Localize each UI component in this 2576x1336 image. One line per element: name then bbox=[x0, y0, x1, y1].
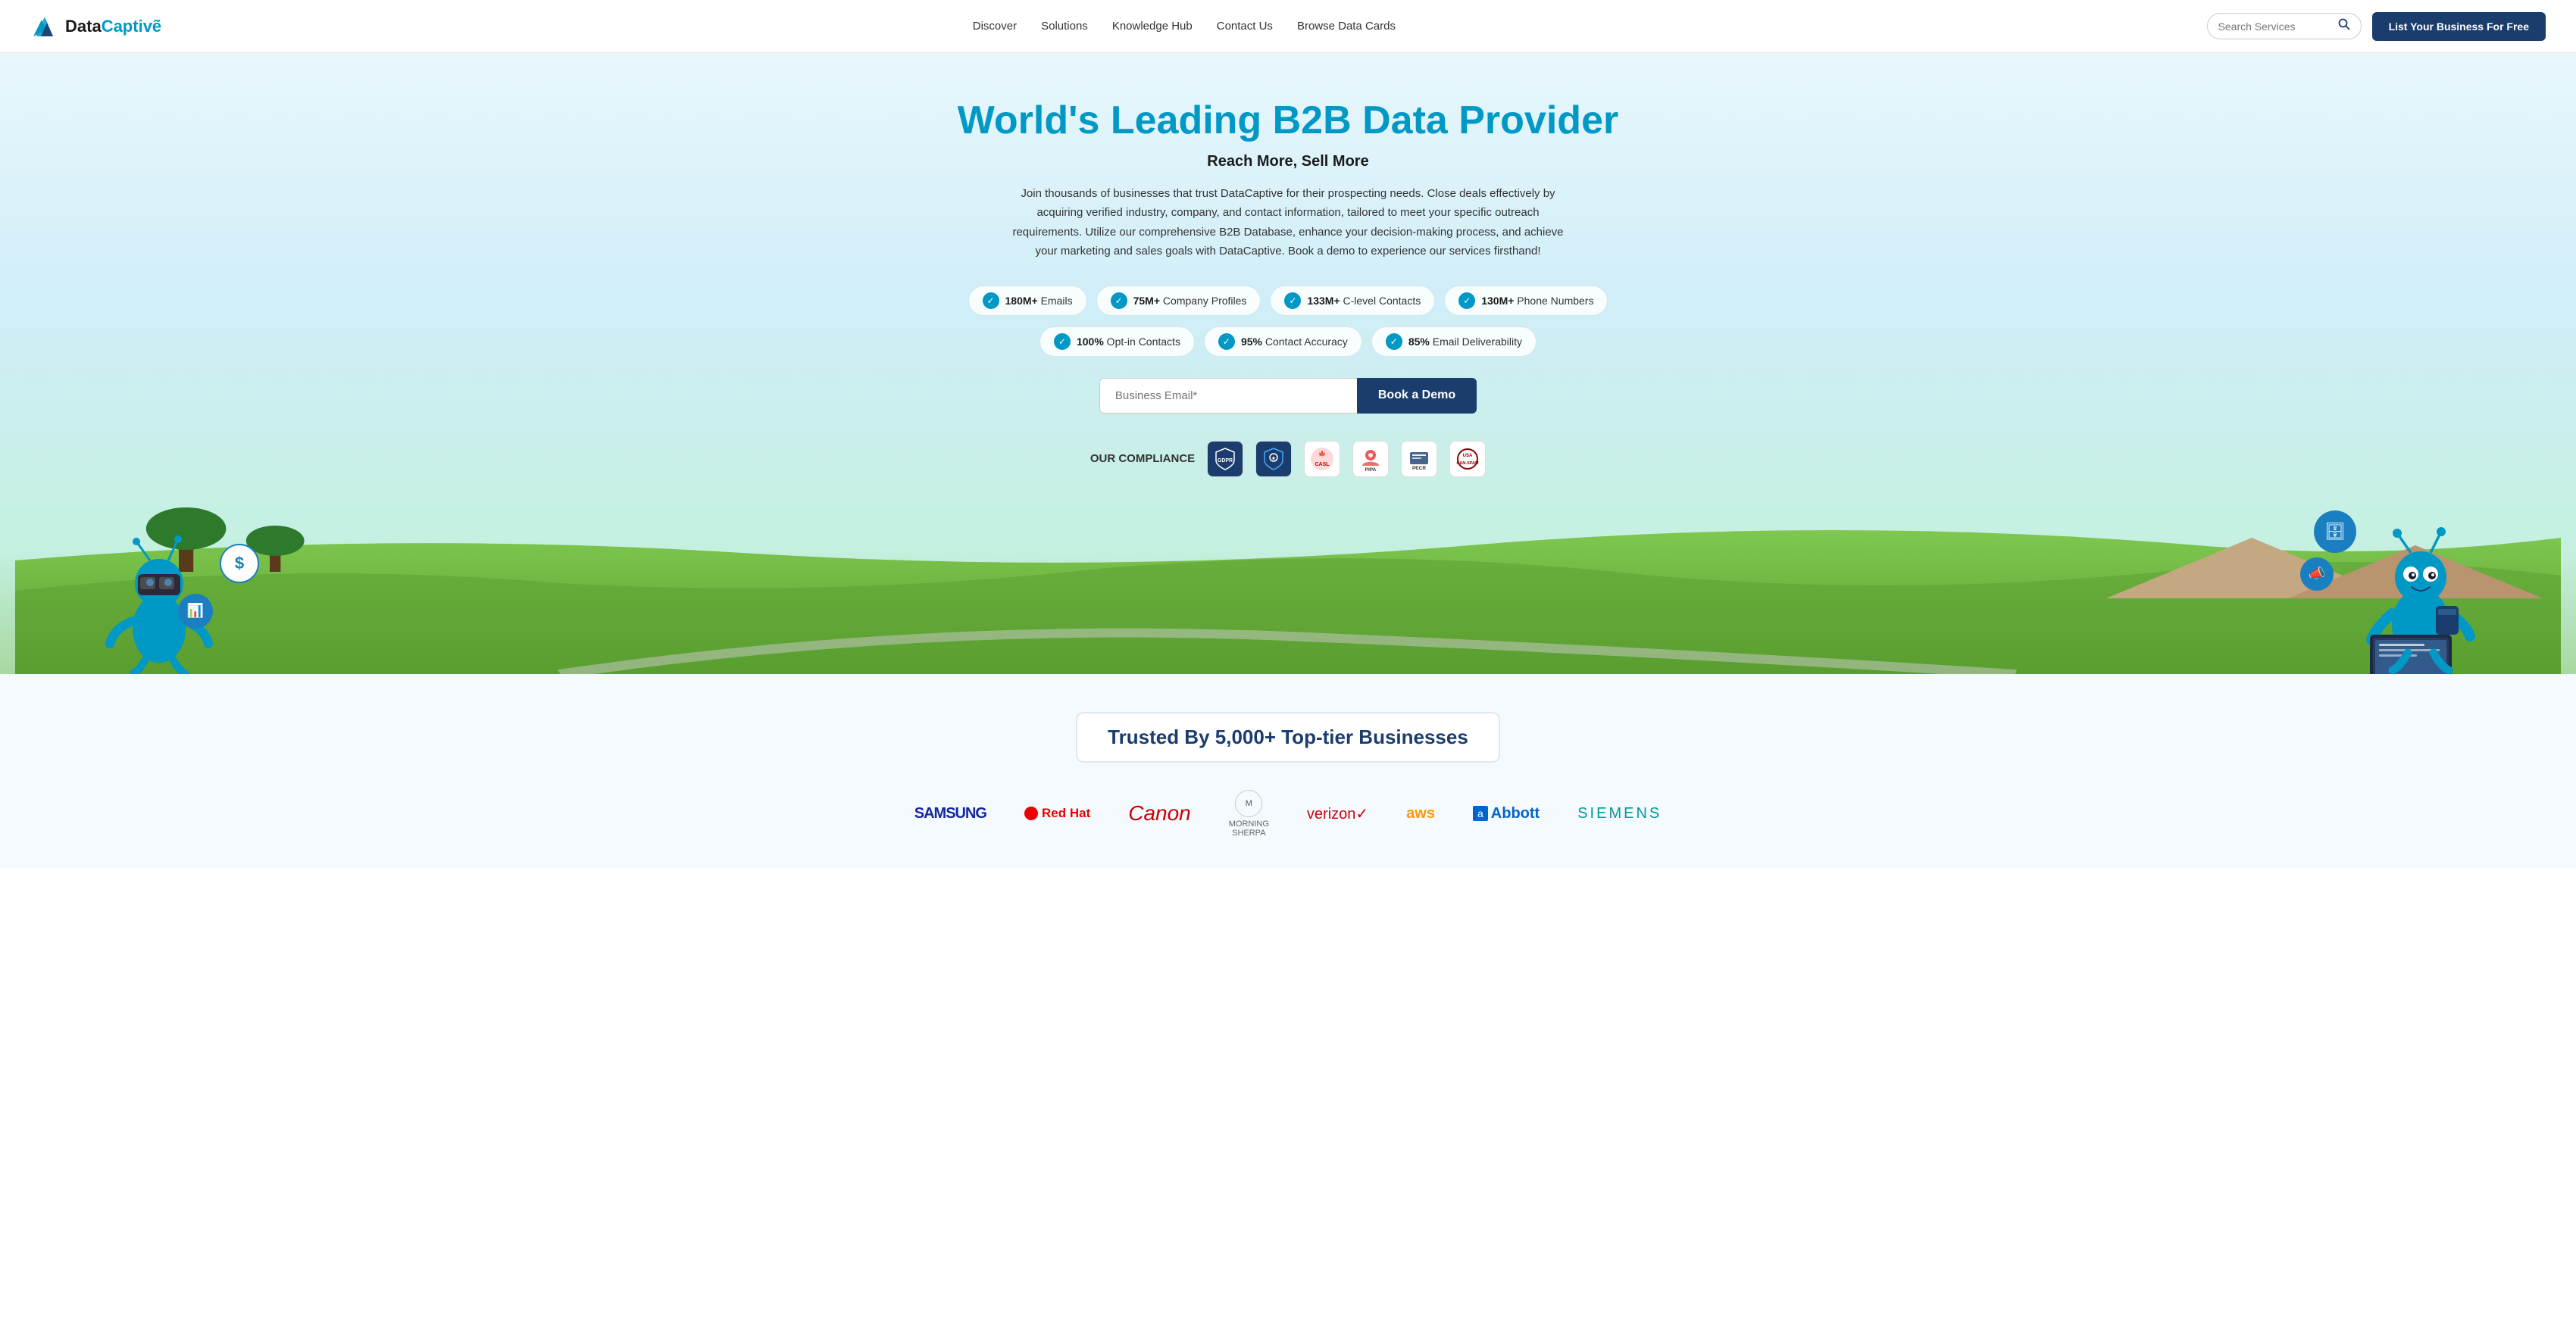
logo-icon bbox=[30, 12, 59, 41]
nav-item-discover[interactable]: Discover bbox=[973, 20, 1017, 33]
stat-deliverability: ✓ 85% Email Deliverability bbox=[1371, 326, 1537, 357]
navbar: DataCaptivẽ Discover Solutions Knowledg… bbox=[0, 0, 2576, 53]
ccpa-badge: ★ bbox=[1255, 441, 1292, 477]
svg-text:CAN-SPAM: CAN-SPAM bbox=[1457, 461, 1480, 466]
nav-item-solutions[interactable]: Solutions bbox=[1041, 20, 1088, 33]
logo-text: DataCaptivẽ bbox=[65, 17, 161, 36]
can-spam-badge: USA CAN-SPAM bbox=[1449, 441, 1486, 477]
brand-samsung: SAMSUNG bbox=[914, 805, 986, 823]
nav-item-browse[interactable]: Browse Data Cards bbox=[1297, 20, 1396, 33]
stat-phone-text: 130M+ Phone Numbers bbox=[1481, 295, 1593, 307]
nav-item-contact[interactable]: Contact Us bbox=[1217, 20, 1273, 33]
check-icon: ✓ bbox=[1386, 333, 1402, 350]
pipa-badge: PIPA bbox=[1352, 441, 1389, 477]
brand-aws: aws bbox=[1406, 805, 1435, 823]
svg-text:PECR: PECR bbox=[1412, 466, 1426, 471]
trusted-box: Trusted By 5,000+ Top-tier Businesses bbox=[1076, 712, 1500, 763]
check-icon: ✓ bbox=[1218, 333, 1235, 350]
stat-company-text: 75M+ Company Profiles bbox=[1133, 295, 1247, 307]
stat-accuracy-text: 95% Contact Accuracy bbox=[1241, 336, 1348, 348]
stat-optin: ✓ 100% Opt-in Contacts bbox=[1039, 326, 1195, 357]
hero-section: World's Leading B2B Data Provider Reach … bbox=[0, 53, 2576, 674]
brand-morning: M MORNINGSHERPA bbox=[1229, 790, 1269, 838]
svg-text:CASL: CASL bbox=[1315, 462, 1330, 467]
book-demo-button[interactable]: Book a Demo bbox=[1357, 378, 1477, 414]
brand-abbott: a Abbott bbox=[1473, 805, 1540, 823]
brands-row: SAMSUNG Red Hat Canon M MORNINGSHERPA ve… bbox=[30, 790, 2546, 838]
svg-text:GDPR: GDPR bbox=[1218, 458, 1233, 464]
email-cta: Book a Demo bbox=[15, 378, 2561, 414]
brand-siemens: SIEMENS bbox=[1577, 805, 1662, 823]
email-input[interactable] bbox=[1099, 378, 1357, 414]
stat-clevel-text: 133M+ C-level Contacts bbox=[1307, 295, 1421, 307]
compliance-label: OUR COMPLIANCE bbox=[1090, 452, 1195, 465]
list-business-button[interactable]: List Your Business For Free bbox=[2372, 12, 2546, 41]
stats-row-1: ✓ 180M+ Emails ✓ 75M+ Company Profiles ✓… bbox=[15, 286, 2561, 316]
logo[interactable]: DataCaptivẽ bbox=[30, 12, 161, 41]
svg-text:PIPA: PIPA bbox=[1365, 467, 1377, 472]
hero-title: World's Leading B2B Data Provider bbox=[15, 98, 2561, 144]
trusted-section: Trusted By 5,000+ Top-tier Businesses SA… bbox=[0, 674, 2576, 868]
stat-deliverability-text: 85% Email Deliverability bbox=[1408, 336, 1522, 348]
nav-links: Discover Solutions Knowledge Hub Contact… bbox=[973, 20, 1396, 33]
compliance-row: OUR COMPLIANCE GDPR ★ 🍁 CASL bbox=[15, 441, 2561, 477]
gdpr-badge: GDPR bbox=[1207, 441, 1243, 477]
megaphone-float-icon: 📣 bbox=[2300, 557, 2334, 591]
hero-landscape: $ 📊 🗄 📣 bbox=[15, 500, 2561, 674]
casl-badge: 🍁 CASL bbox=[1304, 441, 1340, 477]
stat-emails: ✓ 180M+ Emails bbox=[968, 286, 1087, 316]
svg-text:★: ★ bbox=[1271, 456, 1276, 461]
check-icon: ✓ bbox=[1284, 292, 1301, 309]
check-icon: ✓ bbox=[1458, 292, 1475, 309]
landscape-svg bbox=[15, 500, 2561, 674]
search-icon bbox=[2338, 18, 2350, 34]
stat-emails-text: 180M+ Emails bbox=[1005, 295, 1073, 307]
hero-description: Join thousands of businesses that trust … bbox=[1008, 184, 1568, 261]
brand-redhat: Red Hat bbox=[1024, 806, 1090, 821]
nav-item-knowledge[interactable]: Knowledge Hub bbox=[1112, 20, 1193, 33]
stat-phone: ✓ 130M+ Phone Numbers bbox=[1444, 286, 1608, 316]
hero-subtitle: Reach More, Sell More bbox=[15, 153, 2561, 170]
search-box[interactable] bbox=[2207, 13, 2362, 39]
svg-text:🍁: 🍁 bbox=[1318, 450, 1326, 457]
pecr-badge: PECR bbox=[1401, 441, 1437, 477]
stat-accuracy: ✓ 95% Contact Accuracy bbox=[1204, 326, 1362, 357]
chart-float-icon: 📊 bbox=[178, 594, 213, 629]
check-icon: ✓ bbox=[983, 292, 999, 309]
stat-company: ✓ 75M+ Company Profiles bbox=[1096, 286, 1261, 316]
brand-verizon: verizon✓ bbox=[1307, 804, 1368, 823]
nav-right: List Your Business For Free bbox=[2207, 12, 2546, 41]
svg-text:USA: USA bbox=[1463, 454, 1473, 458]
stat-optin-text: 100% Opt-in Contacts bbox=[1077, 336, 1180, 348]
brand-canon: Canon bbox=[1128, 801, 1191, 826]
stats-row-2: ✓ 100% Opt-in Contacts ✓ 95% Contact Acc… bbox=[15, 326, 2561, 357]
dollar-float-icon: $ bbox=[220, 544, 259, 583]
check-icon: ✓ bbox=[1111, 292, 1127, 309]
search-input[interactable] bbox=[2218, 20, 2332, 33]
ant-right bbox=[2349, 515, 2500, 674]
check-icon: ✓ bbox=[1054, 333, 1071, 350]
stat-clevel: ✓ 133M+ C-level Contacts bbox=[1270, 286, 1435, 316]
trusted-heading: Trusted By 5,000+ Top-tier Businesses bbox=[1108, 726, 1468, 749]
